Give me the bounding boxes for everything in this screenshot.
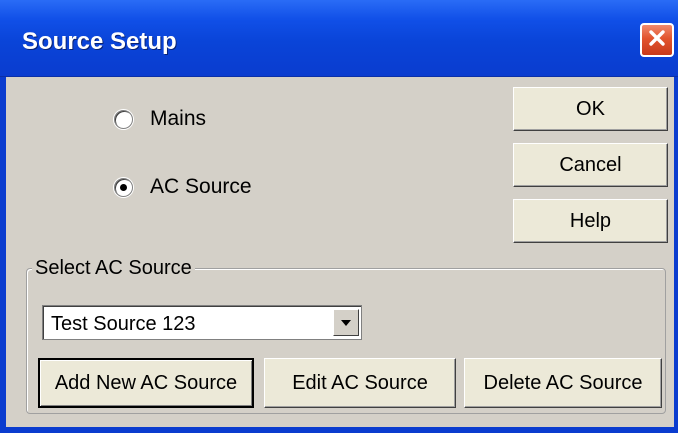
- ok-button[interactable]: OK: [513, 87, 668, 131]
- radio-selected-dot: [120, 183, 127, 191]
- mains-label: Mains: [150, 107, 207, 130]
- group-label: Select AC Source: [32, 257, 195, 280]
- window-title: Source Setup: [22, 28, 177, 55]
- dropdown-arrow-button[interactable]: [333, 309, 359, 336]
- window-border-bottom: [0, 427, 678, 433]
- add-new-ac-source-button[interactable]: Add New AC Source: [38, 358, 254, 408]
- edit-ac-source-button[interactable]: Edit AC Source: [264, 358, 456, 408]
- mains-radio[interactable]: [114, 109, 133, 129]
- dialog-window: Source Setup Mains AC Source OK Cancel H…: [0, 0, 678, 433]
- ac-source-radio-option[interactable]: AC Source: [114, 175, 252, 199]
- delete-ac-source-button[interactable]: Delete AC Source: [464, 358, 662, 408]
- ac-source-label: AC Source: [150, 175, 252, 198]
- help-button[interactable]: Help: [513, 199, 668, 243]
- ac-source-radio[interactable]: [114, 177, 133, 197]
- cancel-button[interactable]: Cancel: [513, 143, 668, 187]
- chevron-down-icon: [341, 319, 351, 326]
- ac-source-dropdown[interactable]: Test Source 123: [42, 305, 362, 340]
- title-bar[interactable]: Source Setup: [0, 0, 678, 77]
- close-button[interactable]: [640, 23, 674, 57]
- mains-radio-option[interactable]: Mains: [114, 107, 206, 131]
- ac-source-selected-value: Test Source 123: [51, 313, 196, 335]
- close-icon: [646, 27, 668, 54]
